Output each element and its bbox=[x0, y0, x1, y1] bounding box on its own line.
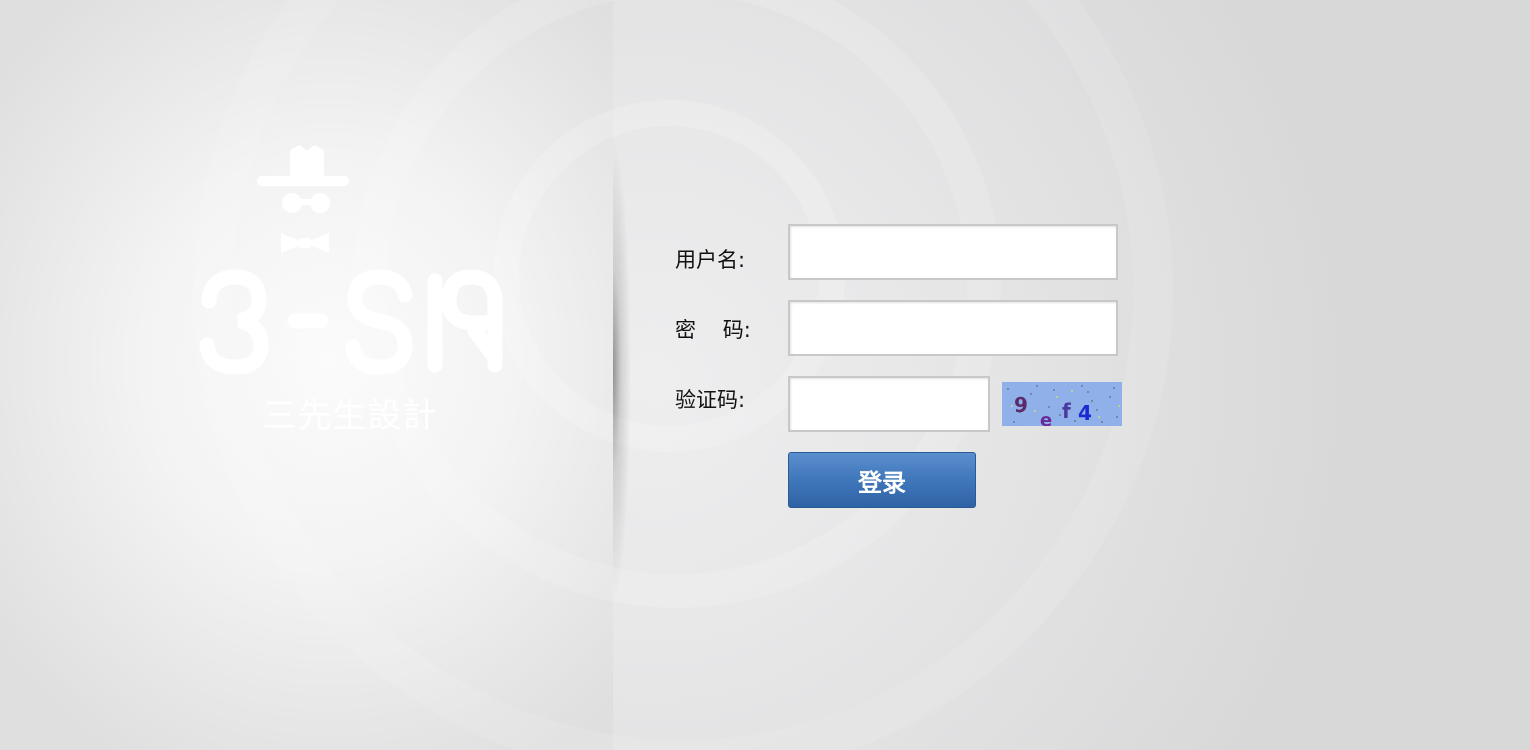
bowtie-icon bbox=[281, 233, 329, 253]
captcha-image[interactable]: 9 e f 4 bbox=[1002, 382, 1122, 426]
login-panel bbox=[193, 0, 1530, 750]
username-input[interactable] bbox=[788, 224, 1118, 280]
svg-text:f: f bbox=[1062, 399, 1071, 423]
brand-caption: 三先生設計 bbox=[262, 396, 438, 436]
hat-icon bbox=[257, 145, 349, 186]
svg-text:9: 9 bbox=[1014, 393, 1028, 417]
captcha-label: 验证码: bbox=[675, 388, 746, 412]
panel-divider-shadow bbox=[613, 140, 631, 600]
login-page: 三先生設計 用户名: 密 码: 验证码: 9 e f 4 登录 bbox=[0, 0, 1530, 750]
password-input[interactable] bbox=[788, 300, 1118, 356]
captcha-input[interactable] bbox=[788, 376, 990, 432]
svg-text:4: 4 bbox=[1078, 401, 1092, 425]
password-label: 密 码: bbox=[675, 318, 751, 342]
username-label: 用户名: bbox=[675, 248, 746, 272]
glasses-icon bbox=[282, 193, 330, 213]
svg-text:e: e bbox=[1040, 410, 1052, 426]
login-button[interactable]: 登录 bbox=[788, 452, 976, 508]
